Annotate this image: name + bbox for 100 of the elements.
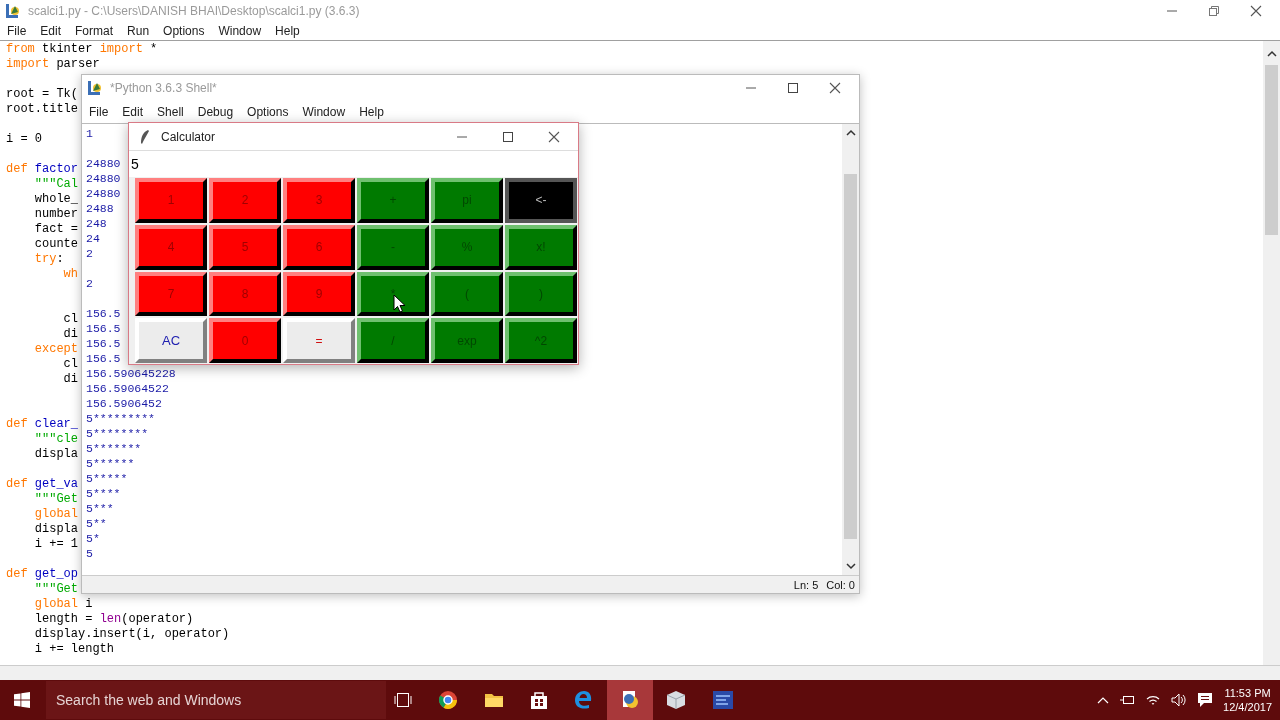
code-line: """Cal (33, 177, 78, 192)
code-line: displa (33, 522, 78, 537)
calculator-key[interactable]: * (357, 271, 429, 317)
output-line: 5** (86, 516, 107, 531)
output-line: 24880 (86, 186, 121, 201)
calculator-key[interactable]: ( (431, 271, 503, 317)
wifi-icon[interactable] (1145, 693, 1162, 707)
scroll-down-icon[interactable] (845, 562, 856, 570)
code-line: from tkinter import * (6, 42, 158, 57)
calculator-key[interactable]: 6 (283, 224, 355, 270)
folder-icon[interactable] (484, 691, 504, 709)
calculator-key[interactable]: 2 (209, 178, 281, 223)
scrollbar[interactable] (1263, 41, 1280, 665)
code-line: wh (62, 267, 78, 282)
scrollbar-thumb[interactable] (1265, 65, 1278, 235)
menu-item[interactable]: File (0, 24, 34, 38)
close-icon[interactable] (548, 130, 560, 143)
shopping-bag-icon[interactable] (530, 690, 548, 710)
output-line: 156.5 (86, 351, 121, 366)
task-view-icon[interactable] (394, 692, 412, 708)
code-line: di (62, 372, 78, 387)
calculator-key[interactable]: 4 (135, 224, 207, 270)
calculator-key[interactable]: 0 (209, 318, 281, 363)
menu-item[interactable]: Run (120, 24, 157, 38)
calculator-key[interactable]: % (431, 224, 503, 270)
menu-item[interactable]: Options (156, 24, 212, 38)
scrollbar[interactable] (842, 124, 859, 575)
output-line: 5******* (86, 441, 142, 456)
python-shell-icon (86, 79, 104, 97)
code-line: displa (33, 447, 78, 462)
calculator-key[interactable]: 5 (209, 224, 281, 270)
output-line: 156.5 (86, 336, 121, 351)
code-line: whole_ (33, 192, 78, 207)
calculator-key[interactable]: + (357, 178, 429, 223)
calculator-key[interactable]: 7 (135, 271, 207, 317)
calculator-key[interactable]: - (357, 224, 429, 270)
calculator-key[interactable]: = (283, 318, 355, 363)
output-line: 156.5 (86, 306, 121, 321)
menu-item[interactable]: Debug (190, 105, 241, 119)
output-line: 5**** (86, 486, 121, 501)
code-line: global (33, 507, 78, 522)
menu-item[interactable]: Help (352, 105, 391, 119)
clock-date[interactable]: 12/4/2017 (1223, 700, 1272, 714)
menu-item[interactable]: Shell (150, 105, 191, 119)
code-line: def get_op (6, 567, 79, 582)
output-line: 5****** (86, 456, 135, 471)
code-line: """Get (33, 492, 78, 507)
code-line: global i (33, 597, 93, 612)
maximize-icon[interactable] (787, 82, 799, 94)
output-line: 2 (86, 276, 93, 291)
code-line: cl (62, 357, 78, 372)
calculator-key[interactable]: 9 (283, 271, 355, 317)
output-line: 156.5906452 (86, 396, 162, 411)
close-icon[interactable] (829, 82, 841, 94)
code-line: i = 0 (6, 132, 42, 147)
edge-e-icon[interactable] (574, 690, 594, 710)
line-number: Ln: 5 (793, 578, 819, 591)
menu-item[interactable]: Format (68, 24, 121, 38)
calculator-key[interactable]: ) (505, 271, 577, 317)
menu-item[interactable]: Options (240, 105, 296, 119)
code-line: def clear_ (6, 417, 79, 432)
mouse-cursor-icon (393, 294, 405, 313)
code-line: import parser (6, 57, 100, 72)
output-line: 1 (86, 126, 93, 141)
python-idle-icon[interactable] (620, 690, 640, 710)
speaker-icon[interactable] (1171, 693, 1188, 707)
scroll-up-icon[interactable] (1266, 50, 1277, 58)
window-title: *Python 3.6.3 Shell* (110, 81, 218, 95)
notification-icon[interactable] (1197, 692, 1214, 708)
window-title: Calculator (161, 129, 217, 144)
close-icon[interactable] (1250, 5, 1262, 17)
cube-icon[interactable] (666, 690, 686, 710)
menu-item[interactable]: Edit (33, 24, 69, 38)
menu-item[interactable]: Help (268, 24, 307, 38)
maximize-icon[interactable] (502, 130, 514, 143)
code-line: counte (33, 237, 78, 252)
menu-item[interactable]: File (82, 105, 116, 119)
output-line: 2488 (86, 201, 114, 216)
calculator-key[interactable]: 3 (283, 178, 355, 223)
calculator-key[interactable]: <- (505, 178, 577, 223)
code-line: i += length (33, 642, 115, 657)
display-field[interactable]: 5 (129, 151, 578, 177)
restore-icon[interactable] (1208, 5, 1220, 17)
calculator-key[interactable]: 8 (209, 271, 281, 317)
menu-item[interactable]: Edit (115, 105, 151, 119)
output-line: 24880 (86, 171, 121, 186)
scroll-up-icon[interactable] (845, 129, 856, 137)
search-field[interactable]: Search the web and Windows (46, 681, 386, 719)
windows-logo-icon[interactable] (14, 692, 30, 708)
scrollbar-thumb[interactable] (844, 174, 857, 539)
menu-item[interactable]: Window (295, 105, 353, 119)
output-line: 5***** (86, 471, 128, 486)
calculator-key[interactable]: / (357, 318, 429, 363)
calculator-key[interactable]: AC (135, 318, 207, 363)
calculator-key[interactable]: 1 (135, 178, 207, 223)
clock-time[interactable]: 11:53 PM (1224, 686, 1271, 700)
menu-item[interactable]: Window (211, 24, 269, 38)
code-line: except (33, 342, 78, 357)
chevron-up-icon[interactable] (1097, 696, 1110, 704)
browser-icon[interactable] (438, 690, 458, 710)
